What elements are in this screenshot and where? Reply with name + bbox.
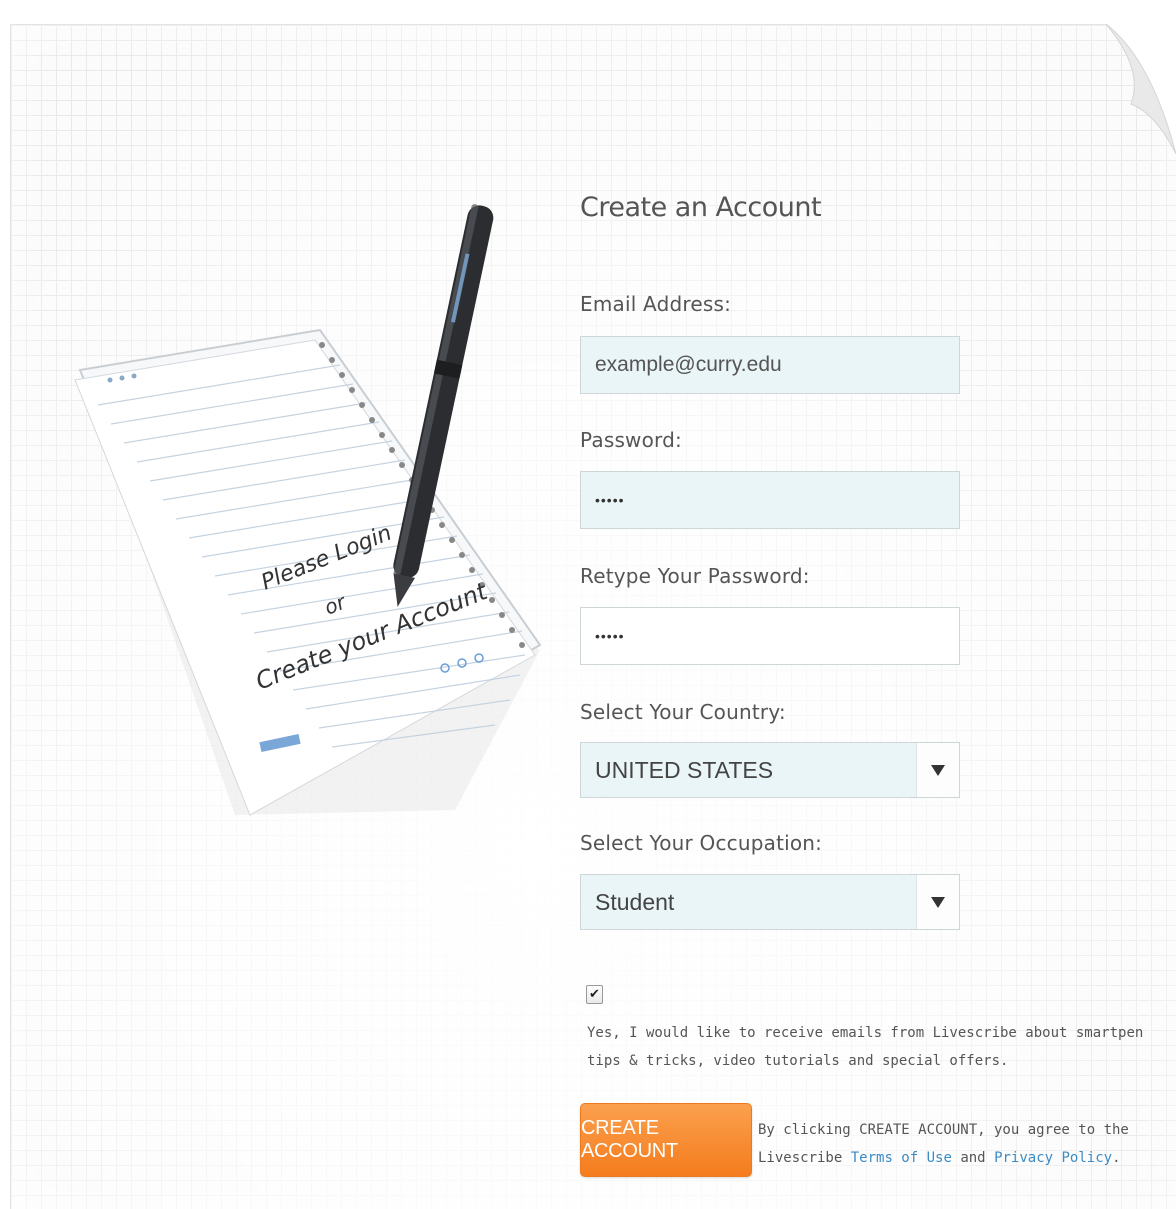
email-field[interactable] <box>580 336 960 394</box>
country-select[interactable]: UNITED STATES <box>580 742 960 798</box>
country-select-value: UNITED STATES <box>595 757 774 783</box>
legal-notice: By clicking CREATE ACCOUNT, you agree to… <box>758 1116 1138 1172</box>
create-account-form: Create an Account Email Address: Passwor… <box>580 0 1143 1208</box>
occupation-dropdown-arrow-icon[interactable] <box>916 875 959 929</box>
occupation-label: Select Your Occupation: <box>580 831 823 855</box>
page-title: Create an Account <box>580 192 822 223</box>
create-account-button[interactable]: CREATE ACCOUNT <box>580 1103 752 1177</box>
checkmark-icon: ✔ <box>589 987 600 1002</box>
legal-and: and <box>960 1150 986 1166</box>
country-dropdown-arrow-icon[interactable] <box>916 743 959 797</box>
password-field[interactable] <box>580 471 960 529</box>
email-optin-text: Yes, I would like to receive emails from… <box>587 1025 1144 1069</box>
occupation-select[interactable]: Student <box>580 874 960 930</box>
notebook-pen-illustration: Please Login or Create your Account <box>74 204 542 816</box>
retype-password-label: Retype Your Password: <box>580 564 810 588</box>
legal-suffix: . <box>1112 1150 1121 1166</box>
occupation-select-value: Student <box>595 889 675 915</box>
email-label: Email Address: <box>580 292 732 316</box>
email-optin-checkbox[interactable]: ✔ <box>586 985 603 1004</box>
retype-password-field[interactable] <box>580 607 960 665</box>
country-label: Select Your Country: <box>580 700 786 724</box>
password-label: Password: <box>580 428 682 452</box>
privacy-policy-link[interactable]: Privacy Policy <box>994 1150 1112 1166</box>
terms-of-use-link[interactable]: Terms of Use <box>851 1150 952 1166</box>
